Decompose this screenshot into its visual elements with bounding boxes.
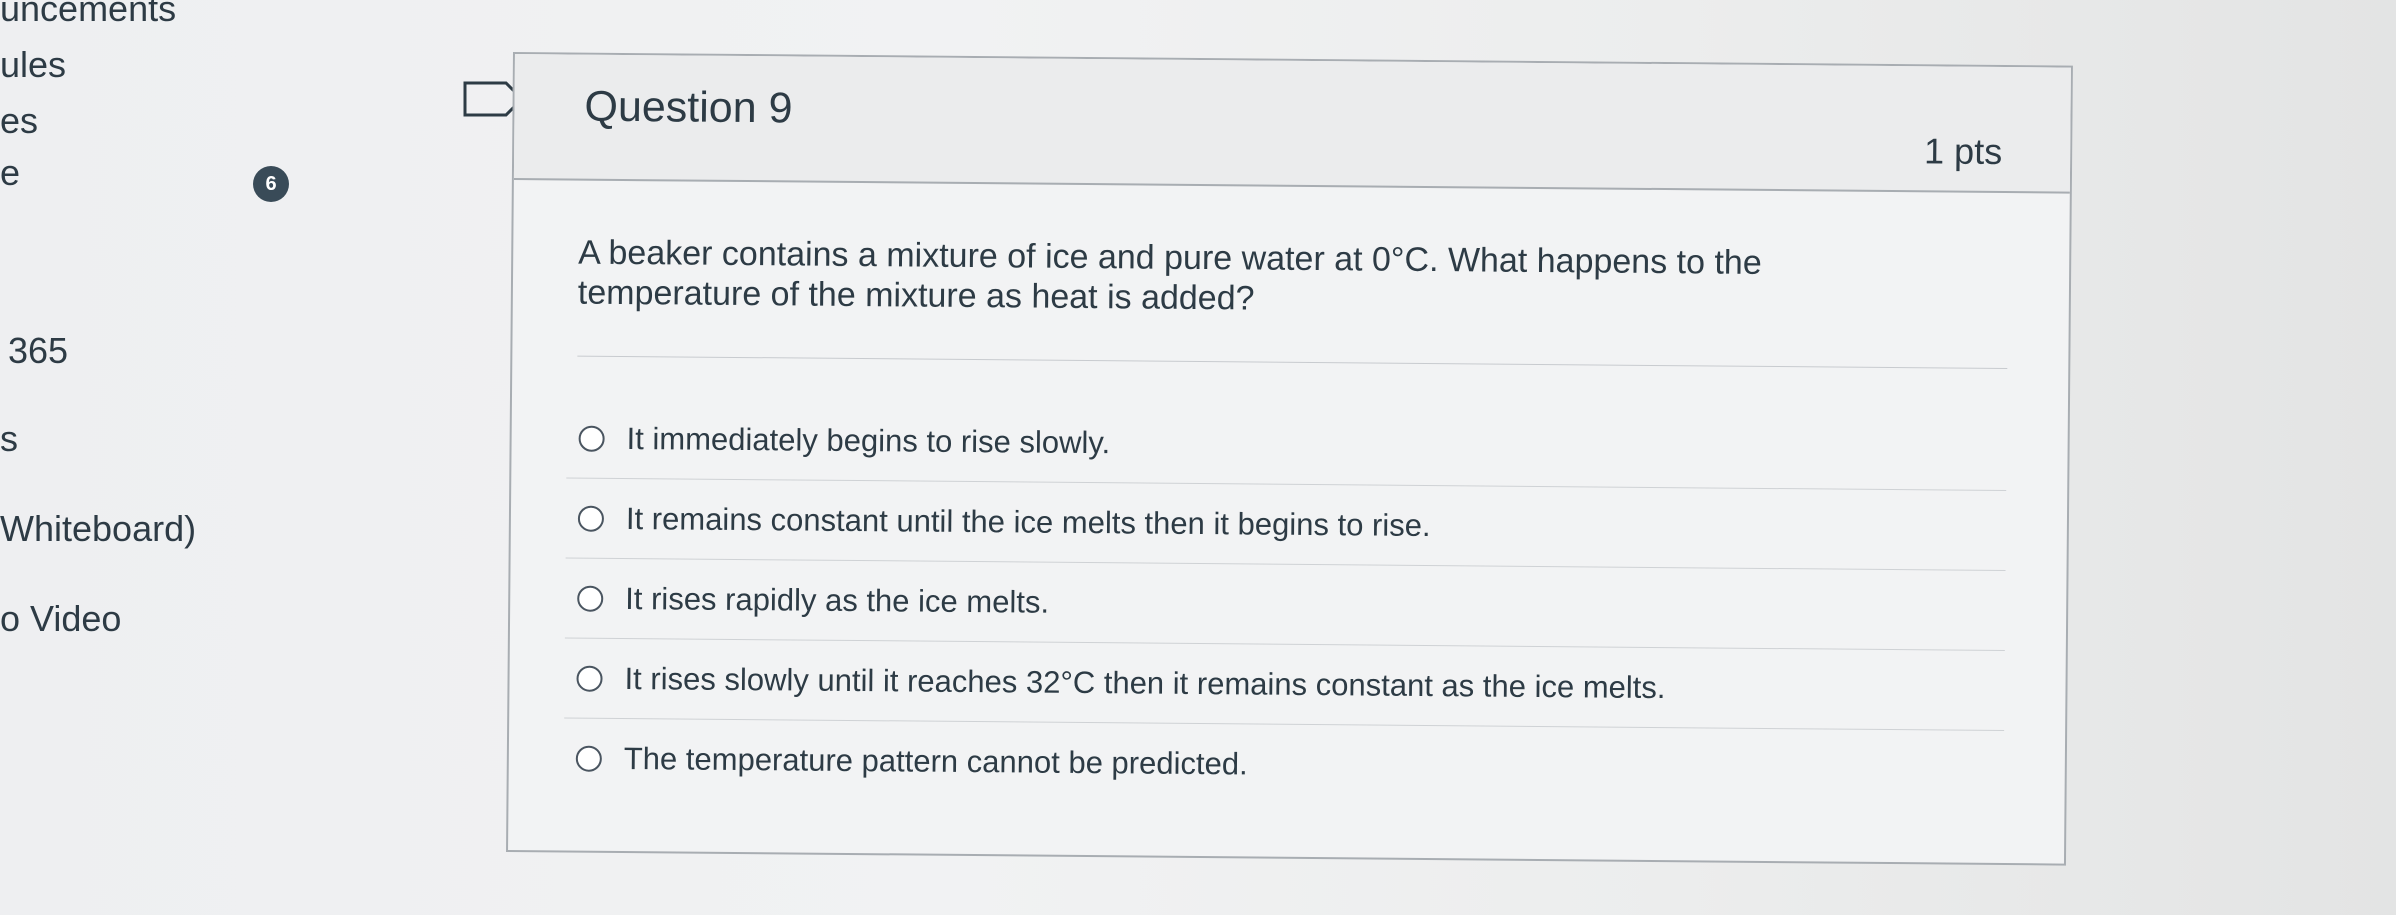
radio-unselected-icon[interactable] — [577, 505, 605, 532]
course-navigation: uncements ules es 6 e 365 s Whiteboard) … — [0, 0, 300, 915]
answer-option-2[interactable]: It remains constant until the ice melts … — [565, 478, 2007, 572]
answer-list: It immediately begins to rise slowly. It… — [563, 398, 2007, 811]
question-text: A beaker contains a mixture of ice and p… — [577, 233, 1762, 318]
radio-unselected-icon[interactable] — [575, 745, 602, 772]
answer-option-5[interactable]: The temperature pattern cannot be predic… — [563, 718, 2004, 811]
nav-item-office-365[interactable]: 365 — [8, 330, 68, 372]
radio-unselected-icon[interactable] — [576, 665, 603, 692]
question-header: Question 9 1 pts — [513, 54, 2071, 194]
nav-item-whiteboard[interactable]: Whiteboard) — [0, 508, 196, 550]
question-points: 1 pts — [1923, 130, 2003, 172]
nav-item-video[interactable]: o Video — [0, 598, 121, 640]
answer-option-3[interactable]: It rises rapidly as the ice melts. — [564, 558, 2006, 652]
radio-unselected-icon[interactable] — [577, 585, 604, 612]
nav-badge-count: 6 — [253, 166, 289, 202]
nav-item-s[interactable]: s — [0, 418, 18, 460]
answer-option-1[interactable]: It immediately begins to rise slowly. — [566, 398, 2007, 492]
question-title: Question 9 — [584, 82, 793, 133]
nav-item-announcements[interactable]: uncements — [0, 0, 176, 30]
answer-label: The temperature pattern cannot be predic… — [623, 740, 1248, 782]
answer-option-4[interactable]: It rises slowly until it reaches 32°C th… — [564, 638, 2005, 732]
nav-item-grades[interactable]: es — [0, 100, 38, 142]
answer-label: It immediately begins to rise slowly. — [626, 420, 1111, 460]
answer-label: It rises rapidly as the ice melts. — [625, 580, 1050, 620]
answer-label: It remains constant until the ice melts … — [625, 500, 1431, 543]
radio-unselected-icon[interactable] — [578, 425, 605, 452]
nav-item-page[interactable]: e — [0, 152, 20, 194]
nav-item-modules[interactable]: ules — [0, 44, 66, 86]
question-card: Question 9 1 pts A beaker contains a mix… — [506, 52, 2073, 866]
answers-divider — [577, 355, 2008, 370]
answer-label: It rises slowly until it reaches 32°C th… — [624, 660, 1666, 705]
